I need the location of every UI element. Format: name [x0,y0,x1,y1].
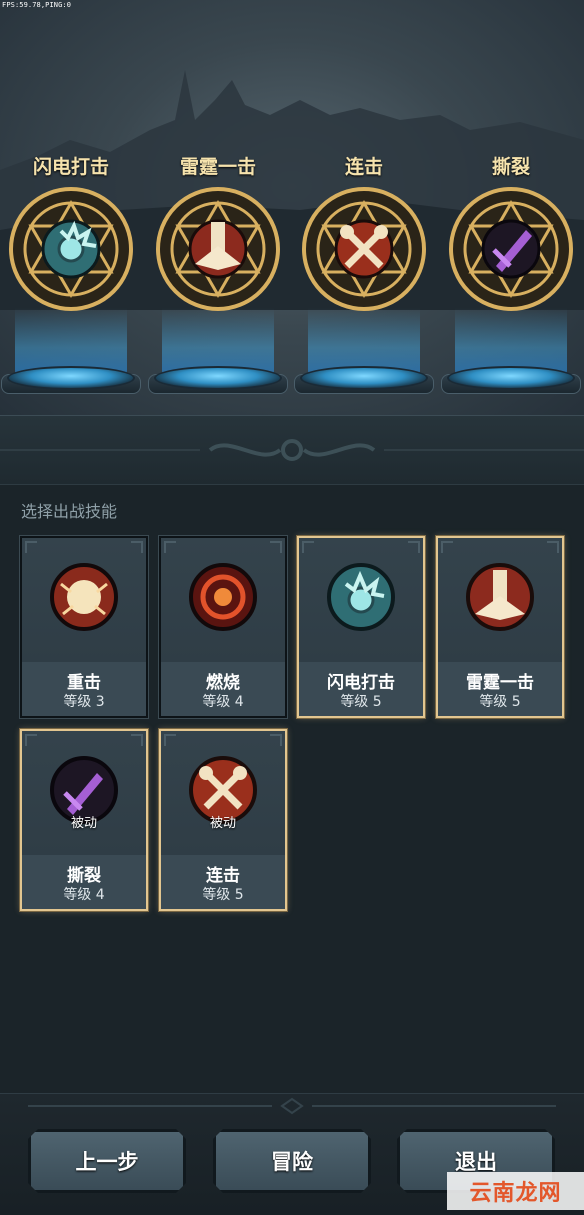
skill-name: 重击 [67,673,101,693]
magic-circle-icon [449,187,573,311]
skill-level: 等级 5 [202,887,244,903]
passive-tag: 被动 [70,816,97,831]
skill-name: 闪电打击 [327,673,395,693]
skill-level: 等级 3 [63,694,105,710]
equipped-skills-stage: FPS:59.78,PING:0 闪电打击 雷霆一击 连击 撕裂 [0,0,584,415]
corner-ornament [25,734,37,746]
corner-ornament [302,541,314,553]
lightning-strike-icon [41,219,101,279]
ornamental-divider [0,415,584,485]
section-title: 选择出战技能 [21,502,118,521]
thunder-strike-icon [466,563,534,631]
fps-readout: FPS:59.78,PING:0 [2,1,72,9]
skill-name: 雷霆一击 [466,673,534,693]
corner-ornament [547,541,559,553]
pedestal [300,366,428,390]
heavy-strike-icon [50,563,118,631]
equipped-slot-2[interactable]: 雷霆一击 [148,148,288,398]
slot-title: 连击 [344,156,383,178]
skill-level: 等级 5 [340,694,382,710]
skill-level: 等级 4 [63,887,105,903]
corner-ornament [270,734,282,746]
lightning-strike-icon [327,563,395,631]
skill-card[interactable]: 雷霆一击 等级 5 [435,535,565,719]
rend-sword-icon [481,219,541,279]
skill-name: 燃烧 [206,673,240,693]
bar-ornament-icon [28,1097,556,1115]
pedestal [447,366,575,390]
corner-ornament [164,541,176,553]
magic-circle-icon [302,187,426,311]
passive-tag: 被动 [209,816,236,831]
equipped-slot-3[interactable]: 连击 [294,148,434,398]
corner-ornament [164,734,176,746]
combo-axes-icon [334,219,394,279]
slot-title: 闪电打击 [32,156,109,178]
burn-icon [189,563,257,631]
equipped-slot-4[interactable]: 撕裂 [441,148,581,398]
thunder-strike-icon [188,219,248,279]
equipped-slot-1[interactable]: 闪电打击 [1,148,141,398]
adventure-button[interactable]: 冒险 [213,1129,371,1193]
skill-card[interactable]: 燃烧 等级 4 [158,535,288,719]
skill-card[interactable]: 重击 等级 3 [19,535,149,719]
corner-ornament [408,541,420,553]
pedestal [154,366,282,390]
pedestal [7,366,135,390]
skill-level: 等级 5 [479,694,521,710]
slot-title: 撕裂 [491,156,530,178]
corner-ornament [25,541,37,553]
corner-ornament [441,541,453,553]
back-button[interactable]: 上一步 [28,1129,186,1193]
skill-level: 等级 4 [202,694,244,710]
skill-card[interactable]: 连击 等级 5 被动 [158,728,288,912]
corner-ornament [270,541,282,553]
skill-card[interactable]: 闪电打击 等级 5 [296,535,426,719]
skill-name: 连击 [206,866,240,886]
watermark-logo: 云南龙网 [447,1172,584,1210]
corner-ornament [131,734,143,746]
magic-circle-icon [9,187,133,311]
skill-card[interactable]: 撕裂 等级 4 被动 [19,728,149,912]
slot-title: 雷霆一击 [179,156,256,178]
corner-ornament [131,541,143,553]
scroll-ornament-icon [0,439,584,461]
skill-name: 撕裂 [67,866,101,886]
magic-circle-icon [156,187,280,311]
